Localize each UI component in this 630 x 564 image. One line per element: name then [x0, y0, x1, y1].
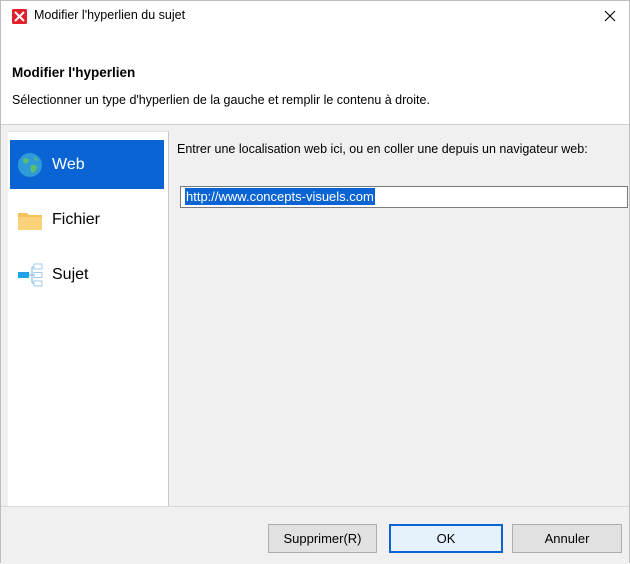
page-description: Sélectionner un type d'hyperlien de la g… [12, 93, 430, 107]
dialog-window: Modifier l'hyperlien du sujet Modifier l… [0, 0, 630, 564]
topic-icon [18, 263, 43, 286]
url-prompt-label: Entrer une localisation web ici, ou en c… [177, 142, 588, 156]
close-button[interactable] [591, 1, 629, 31]
folder-icon [18, 212, 42, 230]
sidebar-item-sujet[interactable]: Sujet [10, 250, 164, 299]
hyperlink-type-list: Web Fichier Sujet [8, 131, 169, 506]
close-icon [604, 10, 616, 22]
app-logo-icon [12, 9, 27, 24]
sidebar-item-label: Fichier [52, 210, 101, 228]
url-input-value: http://www.concepts-visuels.com [185, 188, 375, 205]
page-title: Modifier l'hyperlien [12, 65, 136, 80]
delete-button[interactable]: Supprimer(R) [268, 524, 377, 553]
sidebar-item-label: Web [52, 155, 85, 173]
title-bar[interactable]: Modifier l'hyperlien du sujet [1, 1, 629, 31]
sidebar-item-label: Sujet [52, 265, 89, 283]
globe-icon [18, 152, 42, 177]
sidebar-item-fichier[interactable]: Fichier [10, 195, 164, 244]
dialog-body: Web Fichier Sujet Entrer une localisatio… [1, 125, 629, 506]
url-input[interactable]: http://www.concepts-visuels.com [180, 186, 628, 208]
cancel-button[interactable]: Annuler [512, 524, 622, 553]
ok-button[interactable]: OK [389, 524, 503, 553]
web-link-panel: Entrer une localisation web ici, ou en c… [170, 131, 629, 505]
button-bar: Supprimer(R) OK Annuler [1, 506, 629, 564]
window-title: Modifier l'hyperlien du sujet [34, 8, 186, 22]
sidebar-item-web[interactable]: Web [10, 140, 164, 189]
